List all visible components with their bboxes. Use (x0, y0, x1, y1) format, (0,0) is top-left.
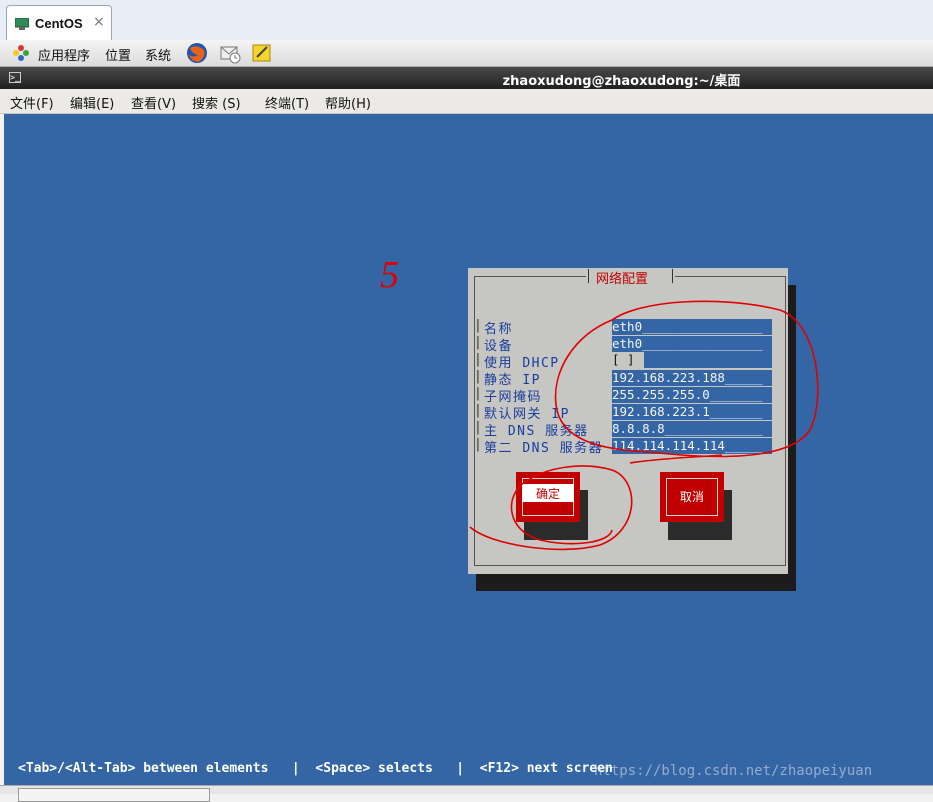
vm-tab-strip: CentOS × (0, 0, 933, 41)
dhcp-checkbox[interactable]: [ ] (612, 352, 635, 367)
field-input[interactable]: 8.8.8.8_____________ (612, 421, 772, 437)
field-input[interactable]: eth0________________ (612, 336, 772, 352)
dhcp-checkbox-focus (644, 352, 772, 368)
vm-tab-label: CentOS (35, 16, 83, 31)
field-input[interactable]: 114.114.114.114_____ (612, 438, 772, 454)
dialog-frame-bar: | (474, 437, 482, 452)
menu-search[interactable]: 搜索 (S) (192, 93, 241, 112)
vm-tab-centos[interactable]: CentOS × (6, 5, 112, 40)
cancel-button-label: 取消 (679, 490, 704, 504)
field-input[interactable]: 192.168.223.188_____ (612, 370, 772, 386)
dialog-title-divider-right (672, 269, 673, 283)
dialog-frame-bar: | (474, 420, 482, 435)
dialog-frame-bar: | (474, 369, 482, 384)
menu-places[interactable]: 位置 (105, 45, 131, 64)
dialog-frame-bar: | (474, 403, 482, 418)
dialog-frame-bar: | (474, 352, 482, 367)
menu-help[interactable]: 帮助(H) (325, 93, 371, 112)
menu-edit[interactable]: 编辑(E) (70, 93, 114, 112)
dialog-frame-bar: | (474, 335, 482, 350)
mail-icon[interactable] (219, 42, 241, 64)
menu-system[interactable]: 系统 (145, 45, 171, 64)
dialog-title-box: 网络配置 (586, 268, 675, 287)
close-icon[interactable]: × (93, 14, 105, 30)
dialog-frame-top-right (675, 276, 786, 277)
field-input[interactable]: 192.168.223.1_______ (612, 404, 772, 420)
field-input[interactable]: eth0________________ (612, 319, 772, 335)
ok-button[interactable]: 确定 (516, 472, 580, 522)
terminal-menubar: 文件(F) 编辑(E) 查看(V) 搜索 (S) 终端(T) 帮助(H) (0, 89, 933, 114)
dialog-title-divider-left (588, 269, 589, 283)
menu-terminal[interactable]: 终端(T) (265, 93, 309, 112)
firefox-icon[interactable] (186, 42, 208, 64)
menu-applications[interactable]: 应用程序 (38, 45, 90, 64)
notes-icon[interactable] (251, 42, 273, 64)
watermark: https://blog.csdn.net/zhaopeiyuan (594, 763, 873, 779)
terminal-titlebar: >_ zhaoxudong@zhaoxudong:~/桌面 (0, 67, 933, 89)
ok-button-focus: 确定 (522, 484, 574, 502)
gnome-foot-icon (13, 45, 29, 61)
taskbar-window-button[interactable] (18, 788, 210, 802)
dialog-frame-bar: | (474, 318, 482, 333)
cancel-button[interactable]: 取消 (660, 472, 724, 522)
dialog-frame-top-left (474, 276, 586, 277)
field-label: 第二 DNS 服务器 (484, 441, 604, 456)
dialog-frame-bar: | (474, 386, 482, 401)
field-input[interactable]: 255.255.255.0_______ (612, 387, 772, 403)
ok-button-label: 确定 (535, 487, 560, 501)
vm-icon (15, 18, 29, 30)
gnome-panel: 应用程序 位置 系统 (0, 40, 933, 67)
keyboard-hint: <Tab>/<Alt-Tab> between elements | <Spac… (18, 761, 613, 776)
dialog-title: 网络配置 (596, 272, 649, 287)
menu-view[interactable]: 查看(V) (131, 93, 176, 112)
terminal-title: zhaoxudong@zhaoxudong:~/桌面 (502, 74, 741, 89)
menu-file[interactable]: 文件(F) (10, 93, 54, 112)
